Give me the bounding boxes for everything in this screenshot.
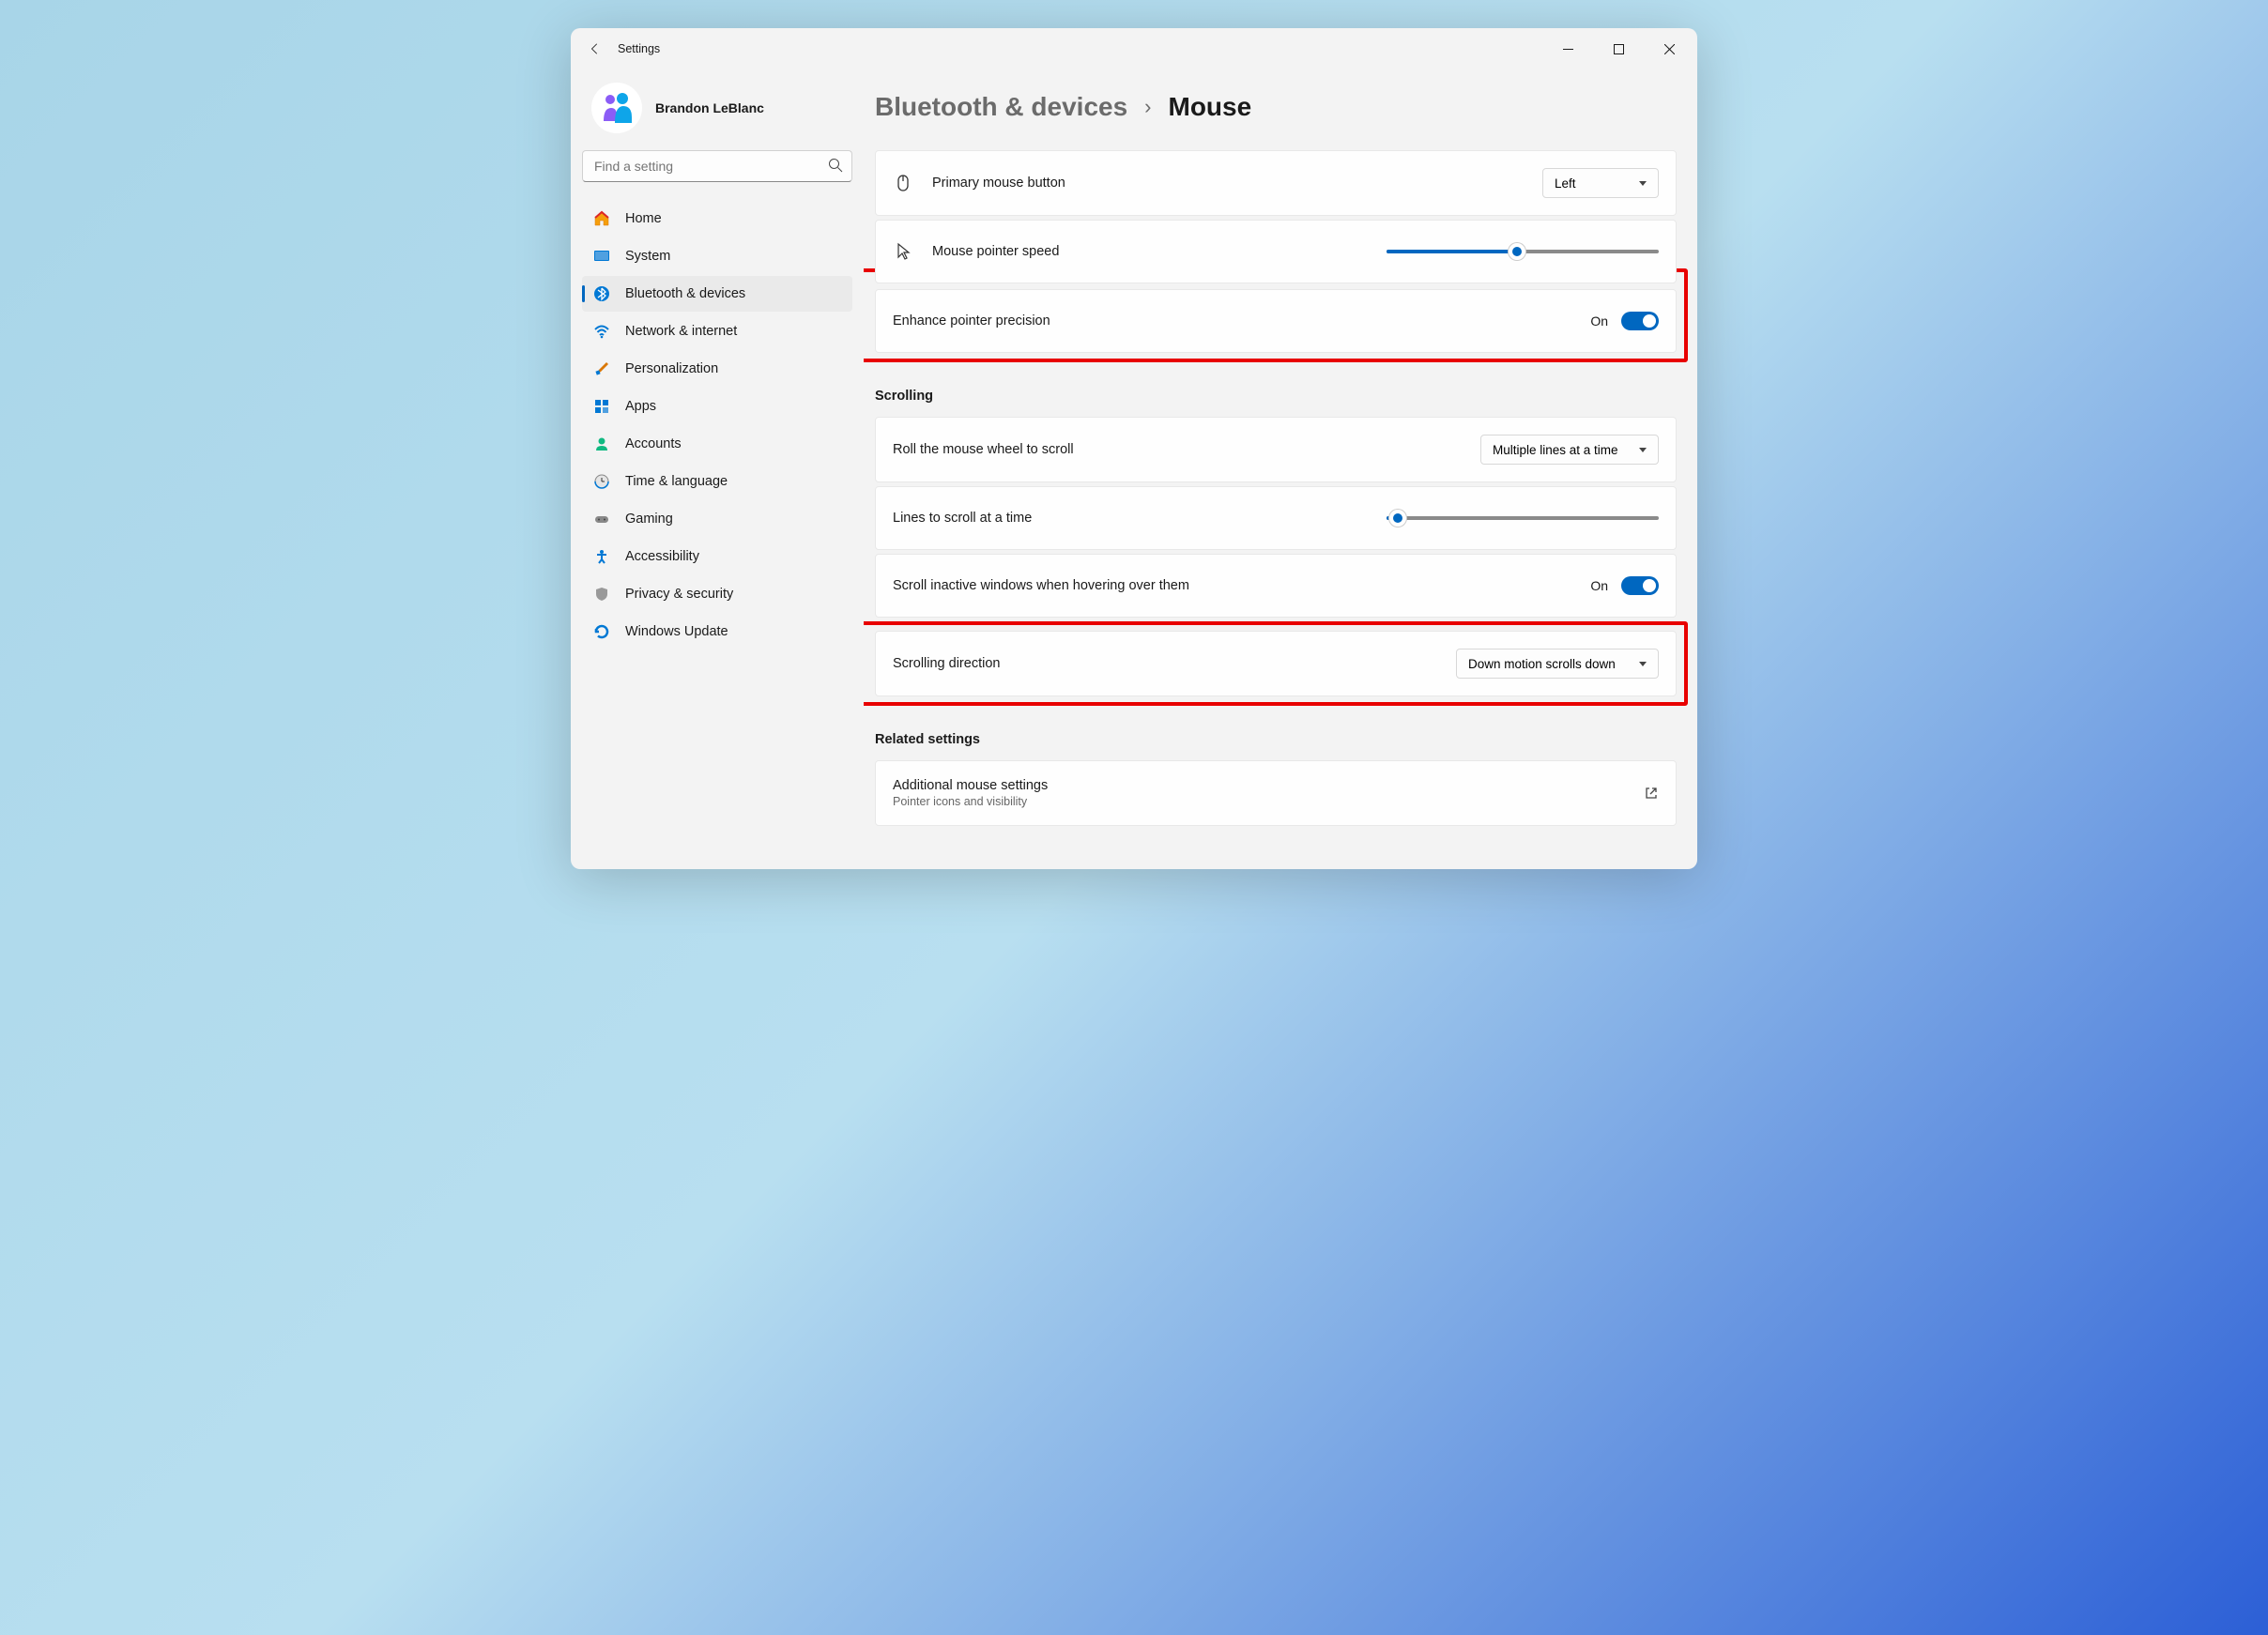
section-related: Related settings bbox=[875, 732, 1677, 747]
minimize-button[interactable] bbox=[1547, 35, 1588, 63]
nav-label: Accounts bbox=[625, 436, 682, 451]
person-icon bbox=[593, 435, 610, 452]
setting-pointer-speed: Mouse pointer speed bbox=[875, 220, 1677, 283]
nav-label: Personalization bbox=[625, 361, 718, 376]
shield-icon bbox=[593, 586, 610, 603]
nav-label: Home bbox=[625, 211, 662, 226]
nav-label: Privacy & security bbox=[625, 587, 733, 602]
setting-label: Roll the mouse wheel to scroll bbox=[893, 442, 1074, 457]
inactive-scroll-toggle[interactable] bbox=[1621, 576, 1659, 595]
nav-network[interactable]: Network & internet bbox=[582, 313, 852, 349]
close-button[interactable] bbox=[1648, 35, 1690, 63]
setting-scroll-direction: Scrolling direction Down motion scrolls … bbox=[875, 631, 1677, 696]
nav-privacy[interactable]: Privacy & security bbox=[582, 576, 852, 612]
setting-label: Scrolling direction bbox=[893, 656, 1000, 671]
setting-label: Primary mouse button bbox=[932, 176, 1065, 191]
nav-list: Home System Bluetooth & devices Network … bbox=[582, 201, 852, 649]
avatar bbox=[591, 83, 642, 133]
nav-label: Accessibility bbox=[625, 549, 699, 564]
content-area[interactable]: Bluetooth & devices › Mouse Primary mous… bbox=[864, 69, 1697, 869]
nav-bluetooth[interactable]: Bluetooth & devices bbox=[582, 276, 852, 312]
setting-label: Enhance pointer precision bbox=[893, 313, 1050, 329]
setting-wheel-scroll: Roll the mouse wheel to scroll Multiple … bbox=[875, 417, 1677, 482]
settings-window: Settings Brandon LeBlanc bbox=[571, 28, 1697, 869]
window-title: Settings bbox=[618, 42, 660, 55]
gamepad-icon bbox=[593, 511, 610, 527]
nav-update[interactable]: Windows Update bbox=[582, 614, 852, 649]
nav-system[interactable]: System bbox=[582, 238, 852, 274]
bluetooth-icon bbox=[593, 285, 610, 302]
nav-label: Time & language bbox=[625, 474, 728, 489]
nav-home[interactable]: Home bbox=[582, 201, 852, 237]
nav-accessibility[interactable]: Accessibility bbox=[582, 539, 852, 574]
highlight-scroll-direction: Scrolling direction Down motion scrolls … bbox=[864, 621, 1688, 706]
chevron-right-icon: › bbox=[1144, 95, 1151, 119]
nav-gaming[interactable]: Gaming bbox=[582, 501, 852, 537]
nav-time[interactable]: Time & language bbox=[582, 464, 852, 499]
nav-label: Apps bbox=[625, 399, 656, 414]
toggle-state: On bbox=[1590, 313, 1608, 329]
nav-personalization[interactable]: Personalization bbox=[582, 351, 852, 387]
breadcrumb: Bluetooth & devices › Mouse bbox=[875, 69, 1677, 150]
setting-inactive-scroll: Scroll inactive windows when hovering ov… bbox=[875, 554, 1677, 618]
scroll-direction-dropdown[interactable]: Down motion scrolls down bbox=[1456, 649, 1659, 679]
setting-additional[interactable]: Additional mouse settings Pointer icons … bbox=[875, 760, 1677, 826]
crumb-parent[interactable]: Bluetooth & devices bbox=[875, 92, 1127, 122]
setting-sublabel: Pointer icons and visibility bbox=[893, 795, 1625, 808]
setting-primary-button: Primary mouse button Left bbox=[875, 150, 1677, 216]
nav-label: Bluetooth & devices bbox=[625, 286, 745, 301]
setting-label: Mouse pointer speed bbox=[932, 244, 1059, 259]
nav-apps[interactable]: Apps bbox=[582, 389, 852, 424]
mouse-icon bbox=[893, 173, 913, 193]
system-icon bbox=[593, 248, 610, 265]
pointer-speed-slider[interactable] bbox=[1387, 242, 1659, 261]
nav-accounts[interactable]: Accounts bbox=[582, 426, 852, 462]
crumb-current: Mouse bbox=[1169, 92, 1252, 122]
section-scrolling: Scrolling bbox=[875, 389, 1677, 404]
wifi-icon bbox=[593, 323, 610, 340]
nav-label: Network & internet bbox=[625, 324, 737, 339]
external-link-icon bbox=[1644, 786, 1659, 801]
home-icon bbox=[593, 210, 610, 227]
nav-label: Windows Update bbox=[625, 624, 728, 639]
titlebar: Settings bbox=[571, 28, 1697, 69]
cursor-icon bbox=[893, 241, 913, 262]
wheel-scroll-dropdown[interactable]: Multiple lines at a time bbox=[1480, 435, 1659, 465]
setting-lines-scroll: Lines to scroll at a time bbox=[875, 486, 1677, 550]
setting-label: Additional mouse settings bbox=[893, 778, 1625, 793]
apps-icon bbox=[593, 398, 610, 415]
sidebar: Brandon LeBlanc Home System bbox=[571, 69, 864, 869]
update-icon bbox=[593, 623, 610, 640]
search-icon bbox=[828, 158, 843, 177]
clock-icon bbox=[593, 473, 610, 490]
setting-label: Lines to scroll at a time bbox=[893, 511, 1032, 526]
search-input[interactable] bbox=[582, 150, 852, 182]
username: Brandon LeBlanc bbox=[655, 100, 764, 115]
user-profile[interactable]: Brandon LeBlanc bbox=[582, 69, 852, 150]
nav-label: Gaming bbox=[625, 512, 673, 527]
back-button[interactable] bbox=[578, 32, 612, 66]
primary-button-dropdown[interactable]: Left bbox=[1542, 168, 1659, 198]
setting-label: Scroll inactive windows when hovering ov… bbox=[893, 578, 1189, 593]
nav-label: System bbox=[625, 249, 670, 264]
enhance-precision-toggle[interactable] bbox=[1621, 312, 1659, 330]
setting-enhance-precision: Enhance pointer precision On bbox=[875, 289, 1677, 353]
accessibility-icon bbox=[593, 548, 610, 565]
lines-scroll-slider[interactable] bbox=[1387, 509, 1659, 527]
maximize-button[interactable] bbox=[1598, 35, 1639, 63]
toggle-state: On bbox=[1590, 578, 1608, 593]
brush-icon bbox=[593, 360, 610, 377]
